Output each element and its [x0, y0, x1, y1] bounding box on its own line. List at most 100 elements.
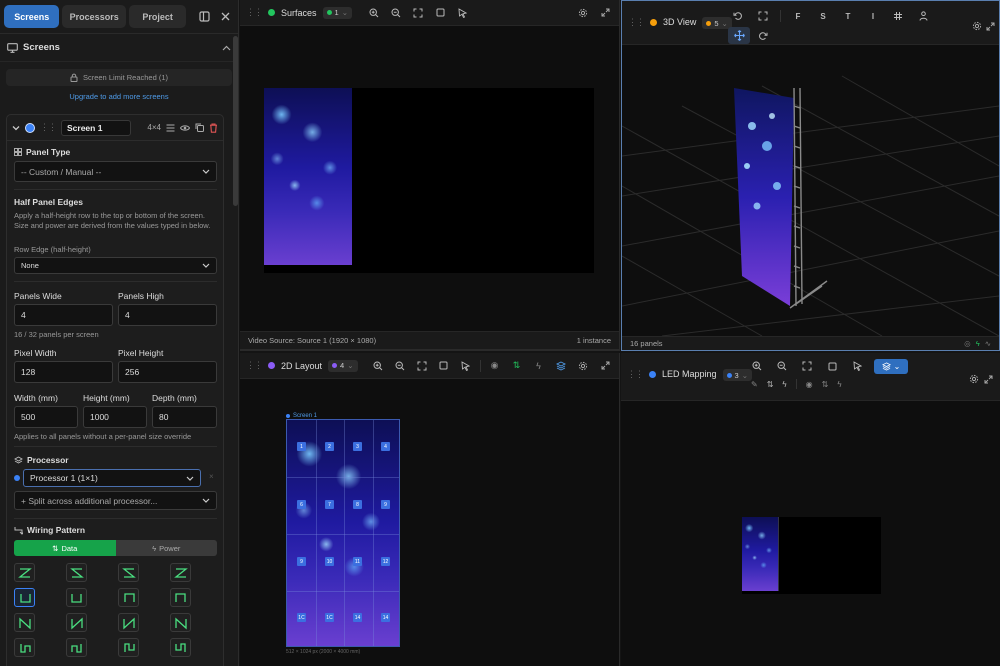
- layout-panel-cell[interactable]: 10: [325, 557, 334, 566]
- square-icon[interactable]: [432, 5, 448, 21]
- view-front-button[interactable]: F: [790, 8, 806, 24]
- layout-panel-cell[interactable]: 12: [381, 557, 390, 566]
- layout-panel-cell[interactable]: 1C: [297, 613, 306, 622]
- view3d-scene[interactable]: [622, 46, 999, 336]
- eye-icon[interactable]: [180, 124, 190, 132]
- power-icon[interactable]: ϟ: [976, 339, 980, 348]
- screen-color-swatch[interactable]: [25, 122, 35, 133]
- wiring-pattern-option[interactable]: [66, 563, 87, 582]
- view3d-count-badge[interactable]: 5 ⌄: [702, 17, 732, 29]
- layout-screen[interactable]: 1 2 3 4 6 7 8 9 9 10 11 12 1C 1C 14 14: [286, 419, 400, 647]
- screens-section-header[interactable]: Screens: [0, 34, 238, 62]
- square-icon[interactable]: [436, 358, 452, 374]
- layout-panel-cell[interactable]: 14: [353, 613, 362, 622]
- layout-panel-cell[interactable]: 9: [297, 557, 306, 566]
- tab-processors[interactable]: Processors: [62, 5, 126, 28]
- drag-handle-icon[interactable]: ⋮⋮: [628, 17, 645, 28]
- upgrade-link[interactable]: Upgrade to add more screens: [0, 92, 238, 101]
- row-edge-select[interactable]: None: [14, 257, 217, 274]
- wiring-pattern-option[interactable]: [170, 563, 191, 582]
- power-muted-icon[interactable]: ϟ: [837, 380, 841, 389]
- data-wiring-icon[interactable]: ⇅: [767, 380, 774, 389]
- power-icon[interactable]: ϟ: [531, 358, 547, 374]
- layer-select-button[interactable]: ⌄: [874, 358, 908, 374]
- wiring-power-tab[interactable]: ϟ Power: [115, 540, 217, 556]
- pencil-icon[interactable]: ✎: [751, 380, 758, 389]
- expand-icon[interactable]: [982, 18, 998, 34]
- wiring-pattern-option[interactable]: [170, 638, 191, 657]
- zoom-out-icon[interactable]: [392, 358, 408, 374]
- settings-icon[interactable]: [575, 358, 591, 374]
- panels-wide-input[interactable]: 4: [14, 304, 113, 326]
- list-icon[interactable]: [166, 124, 175, 132]
- data-wiring-icon[interactable]: ⇅: [509, 358, 525, 374]
- layout-panel-cell[interactable]: 8: [353, 500, 362, 509]
- trash-icon[interactable]: [209, 122, 218, 133]
- zoom-out-icon[interactable]: [388, 5, 404, 21]
- wiring-pattern-option[interactable]: [14, 638, 35, 657]
- fit-icon[interactable]: [799, 358, 815, 374]
- duplicate-icon[interactable]: [195, 123, 204, 132]
- wiring-pattern-option[interactable]: [170, 588, 191, 607]
- panel-layout-icon[interactable]: [195, 8, 213, 26]
- power-icon[interactable]: ϟ: [782, 380, 786, 389]
- wiring-pattern-option[interactable]: [66, 588, 87, 607]
- globe-icon[interactable]: ◎: [964, 339, 971, 348]
- view-iso-button[interactable]: I: [865, 8, 881, 24]
- wiring-pattern-option[interactable]: [118, 613, 139, 632]
- expand-icon[interactable]: [597, 358, 613, 374]
- processor-select[interactable]: Processor 1 (1×1): [23, 469, 201, 487]
- wiring-pattern-option[interactable]: [14, 588, 35, 607]
- fit-icon[interactable]: [755, 8, 771, 24]
- sidebar-scrollbar[interactable]: [233, 36, 238, 206]
- pointer-icon[interactable]: [454, 5, 470, 21]
- layout-panel-cell[interactable]: 14: [381, 613, 390, 622]
- screen-name-input[interactable]: Screen 1: [61, 119, 131, 136]
- ledmap-count-badge[interactable]: 3 ⌄: [722, 369, 753, 381]
- data-wiring-muted-icon[interactable]: ⇅: [822, 380, 829, 389]
- drag-handle-icon[interactable]: ⋮⋮: [246, 7, 263, 18]
- wiring-pattern-option[interactable]: [14, 613, 35, 632]
- reset-view-icon[interactable]: [730, 8, 746, 24]
- layers-icon[interactable]: [553, 358, 569, 374]
- fit-icon[interactable]: [414, 358, 430, 374]
- width-input[interactable]: 500: [14, 406, 78, 428]
- pixel-width-input[interactable]: 128: [14, 361, 113, 383]
- layout-panel-cell[interactable]: 7: [325, 500, 334, 509]
- chevron-down-icon[interactable]: [12, 125, 20, 131]
- layout-panel-cell[interactable]: 11: [353, 557, 362, 566]
- pulse-icon[interactable]: ∿: [985, 339, 991, 348]
- rotate-icon[interactable]: [755, 28, 771, 44]
- tab-project[interactable]: Project: [128, 5, 187, 28]
- layout-panel-cell[interactable]: 2: [325, 442, 334, 451]
- expand-icon[interactable]: [597, 5, 613, 21]
- remove-processor-icon[interactable]: ×: [209, 472, 214, 481]
- wiring-pattern-option[interactable]: [118, 638, 139, 657]
- layout-panel-cell[interactable]: 4: [381, 442, 390, 451]
- wiring-pattern-option[interactable]: [66, 638, 87, 657]
- expand-icon[interactable]: [980, 371, 996, 387]
- pointer-icon[interactable]: [849, 358, 865, 374]
- move-tool-button[interactable]: [728, 27, 750, 44]
- layout-panel-cell[interactable]: 6: [297, 500, 306, 509]
- tab-screens[interactable]: Screens: [4, 5, 60, 28]
- wiring-pattern-option[interactable]: [170, 613, 191, 632]
- square-icon[interactable]: [824, 358, 840, 374]
- zoom-in-icon[interactable]: [370, 358, 386, 374]
- person-icon[interactable]: [915, 8, 931, 24]
- grid-hash-icon[interactable]: [890, 8, 906, 24]
- fit-icon[interactable]: [410, 5, 426, 21]
- drag-handle-icon[interactable]: ⋮⋮: [40, 122, 57, 133]
- drag-handle-icon[interactable]: ⋮⋮: [246, 360, 263, 371]
- layout-panel-cell[interactable]: 1: [297, 442, 306, 451]
- view-side-button[interactable]: S: [815, 8, 831, 24]
- height-input[interactable]: 1000: [83, 406, 147, 428]
- panels-high-input[interactable]: 4: [118, 304, 217, 326]
- layout2d-count-badge[interactable]: 4 ⌄: [328, 359, 358, 372]
- wiring-pattern-option[interactable]: [66, 613, 87, 632]
- wiring-pattern-option[interactable]: [118, 563, 139, 582]
- wiring-pattern-option[interactable]: [118, 588, 139, 607]
- ledmap-canvas[interactable]: [742, 517, 881, 594]
- wiring-data-tab[interactable]: ⇅ Data: [14, 540, 116, 556]
- zoom-out-icon[interactable]: [774, 358, 790, 374]
